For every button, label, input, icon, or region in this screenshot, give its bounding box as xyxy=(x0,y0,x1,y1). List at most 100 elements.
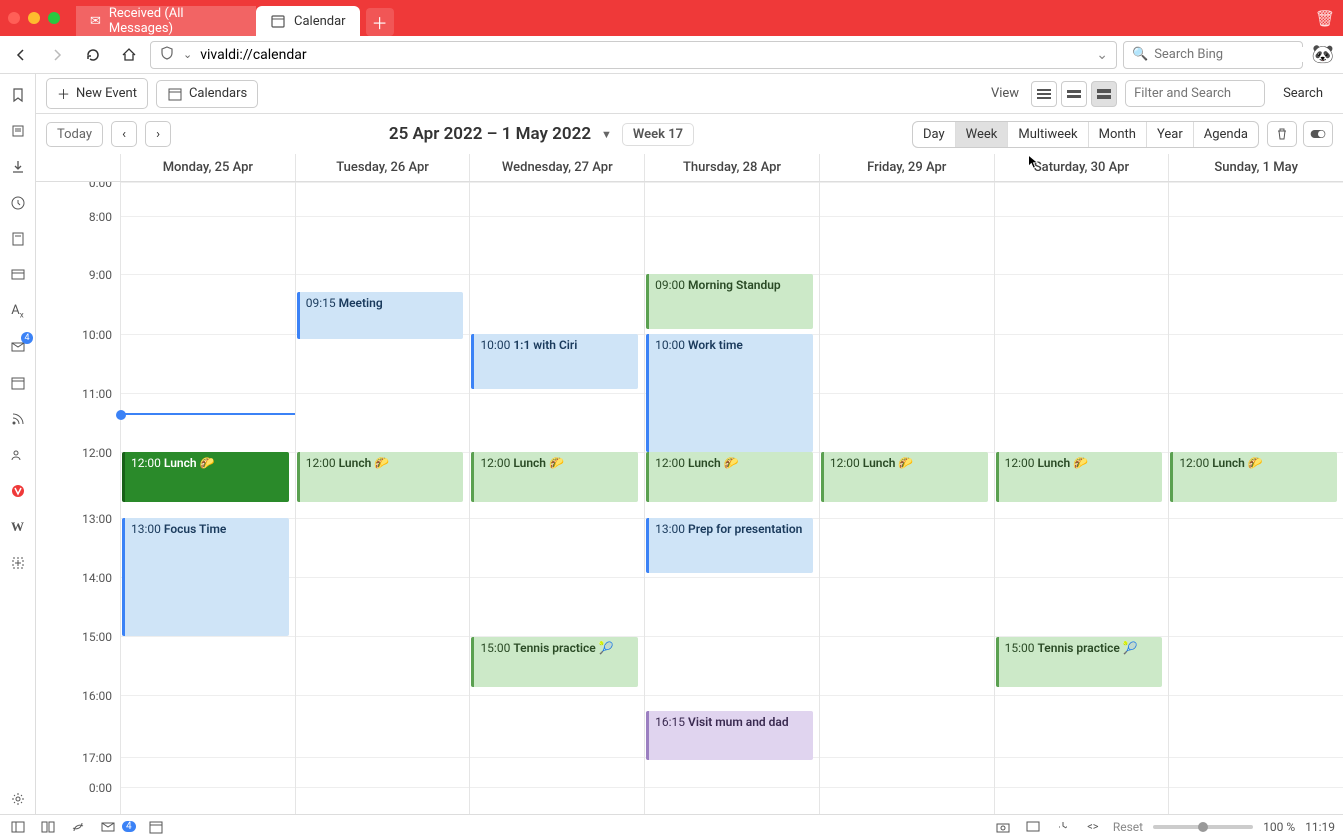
calendar-event[interactable]: 13:00 Focus Time xyxy=(122,518,289,636)
calendar-panel-icon[interactable] xyxy=(3,368,33,398)
wikipedia-panel-icon[interactable]: W xyxy=(3,512,33,542)
view-year[interactable]: Year xyxy=(1147,122,1194,147)
chevron-down-icon[interactable]: ⌄ xyxy=(183,48,192,61)
home-button[interactable] xyxy=(114,40,144,70)
calendar-event[interactable]: 16:15 Visit mum and dad xyxy=(646,711,813,760)
calendar-event[interactable]: 09:00 Morning Standup xyxy=(646,274,813,329)
view-week[interactable]: Week xyxy=(956,122,1009,147)
window-panel-icon[interactable] xyxy=(3,260,33,290)
url-input[interactable] xyxy=(200,47,1088,63)
mail-panel-icon[interactable]: 4 xyxy=(3,332,33,362)
day-column[interactable]: 09:00 Morning Standup10:00 Work time12:0… xyxy=(644,182,819,814)
translate-panel-icon[interactable]: Ax xyxy=(3,296,33,326)
clock[interactable]: 11:19 xyxy=(1305,820,1335,834)
day-header[interactable]: Tuesday, 26 Apr xyxy=(295,154,470,181)
break-mode-icon[interactable] xyxy=(1023,817,1043,837)
calendar-event[interactable]: 12:00 Lunch 🌮 xyxy=(471,452,638,502)
panel-toggle-icon[interactable] xyxy=(8,817,28,837)
url-field[interactable]: ⌄ ⌄ xyxy=(150,41,1117,69)
today-button[interactable]: Today xyxy=(46,122,103,147)
new-tab-button[interactable]: ＋ xyxy=(366,8,394,36)
event-title: Work time xyxy=(688,338,743,352)
calendar-event[interactable]: 12:00 Lunch 🌮 xyxy=(1170,452,1337,502)
toggle-tasks-button[interactable] xyxy=(1303,121,1333,147)
new-event-button[interactable]: ＋New Event xyxy=(46,78,148,109)
toggle-images-icon[interactable]: <> xyxy=(1083,817,1103,837)
calendar-event[interactable]: 15:00 Tennis practice 🎾 xyxy=(996,637,1163,687)
calendar-event[interactable]: 12:00 Lunch 🌮 xyxy=(996,452,1163,502)
search-field[interactable]: 🔍 ⌄ xyxy=(1123,41,1303,69)
calendar-status-icon[interactable] xyxy=(146,817,166,837)
feeds-panel-icon[interactable] xyxy=(3,404,33,434)
minimize-window[interactable] xyxy=(28,12,40,24)
reload-button[interactable] xyxy=(78,40,108,70)
view-multiweek[interactable]: Multiweek xyxy=(1008,122,1088,147)
density-switcher xyxy=(1031,81,1117,107)
view-day[interactable]: Day xyxy=(913,122,956,147)
calendar-event[interactable]: 13:00 Prep for presentation xyxy=(646,518,813,573)
reset-zoom-button[interactable]: Reset xyxy=(1113,820,1143,834)
day-header[interactable]: Sunday, 1 May xyxy=(1168,154,1343,181)
search-input[interactable] xyxy=(1154,47,1320,62)
bookmarks-panel-icon[interactable] xyxy=(3,80,33,110)
prev-week-button[interactable]: ‹ xyxy=(111,121,137,147)
maximize-window[interactable] xyxy=(48,12,60,24)
capture-icon[interactable] xyxy=(993,817,1013,837)
day-header[interactable]: Monday, 25 Apr xyxy=(120,154,295,181)
vivaldi-panel-icon[interactable] xyxy=(3,476,33,506)
trash-icon[interactable]: 🗑 xyxy=(1315,9,1335,28)
day-column[interactable]: 09:15 Meeting 12:00 Lunch 🌮 xyxy=(295,182,470,814)
reading-list-panel-icon[interactable] xyxy=(3,116,33,146)
tab-calendar[interactable]: Calendar xyxy=(256,6,360,36)
time-label: 9:00 xyxy=(89,268,112,282)
day-header[interactable]: Thursday, 28 Apr xyxy=(644,154,819,181)
forward-button[interactable] xyxy=(42,40,72,70)
mail-status-icon[interactable] xyxy=(98,817,118,837)
event-title: Morning Standup xyxy=(688,278,781,292)
history-panel-icon[interactable] xyxy=(3,188,33,218)
day-column[interactable]: 12:00 Lunch 🌮 15:00 Tennis practice 🎾 xyxy=(994,182,1169,814)
calendars-button[interactable]: Calendars xyxy=(156,80,258,108)
tiling-icon[interactable] xyxy=(38,817,58,837)
profile-avatar[interactable]: 🐼 xyxy=(1309,41,1337,69)
add-panel-icon[interactable] xyxy=(3,548,33,578)
calendar-event[interactable]: 10:00 1:1 with Ciri xyxy=(471,334,638,389)
sync-icon[interactable] xyxy=(68,817,88,837)
back-button[interactable] xyxy=(6,40,36,70)
calendar-event[interactable]: 12:00 Lunch 🌮 xyxy=(821,452,988,502)
calendar-event[interactable]: 10:00 Work time xyxy=(646,334,813,452)
page-actions-icon[interactable] xyxy=(1053,817,1073,837)
tab-mail[interactable]: ✉ Received (All Messages) xyxy=(76,6,256,36)
day-column[interactable]: 12:00 Lunch 🌮 xyxy=(819,182,994,814)
calendar-event[interactable]: 12:00 Lunch 🌮 xyxy=(297,452,464,502)
day-column[interactable]: 12:00 Lunch 🌮 xyxy=(1168,182,1343,814)
view-agenda[interactable]: Agenda xyxy=(1194,122,1258,147)
downloads-panel-icon[interactable] xyxy=(3,152,33,182)
calendar-event[interactable]: 15:00 Tennis practice 🎾 xyxy=(471,637,638,687)
notes-panel-icon[interactable] xyxy=(3,224,33,254)
view-month[interactable]: Month xyxy=(1089,122,1147,147)
delete-event-button[interactable] xyxy=(1267,121,1297,147)
day-column[interactable]: 10:00 1:1 with Ciri 12:00 Lunch 🌮 15:00 Te… xyxy=(469,182,644,814)
event-title: Lunch 🌮 xyxy=(1037,456,1088,470)
day-header[interactable]: Friday, 29 Apr xyxy=(819,154,994,181)
day-header[interactable]: Saturday, 30 Apr xyxy=(994,154,1169,181)
search-button[interactable]: Search xyxy=(1273,81,1333,106)
calendar-event[interactable]: 09:15 Meeting xyxy=(297,292,464,339)
density-compact[interactable] xyxy=(1031,81,1057,107)
next-week-button[interactable]: › xyxy=(145,121,171,147)
density-full[interactable] xyxy=(1091,81,1117,107)
zoom-slider[interactable] xyxy=(1153,825,1253,829)
calendar-event[interactable]: 12:00 Lunch 🌮 xyxy=(646,452,813,502)
day-header[interactable]: Wednesday, 27 Apr xyxy=(469,154,644,181)
url-dropdown-icon[interactable]: ⌄ xyxy=(1096,47,1108,63)
filter-input[interactable] xyxy=(1125,80,1265,107)
date-range[interactable]: 25 Apr 2022 – 1 May 2022 ▼ Week 17 xyxy=(179,123,904,146)
settings-icon[interactable] xyxy=(3,784,33,814)
calendar-event[interactable]: 12:00 Lunch 🌮 xyxy=(122,452,289,502)
close-window[interactable] xyxy=(8,12,20,24)
contacts-panel-icon[interactable] xyxy=(3,440,33,470)
density-medium[interactable] xyxy=(1061,81,1087,107)
calendar-grid[interactable]: 0:008:009:0010:0011:0012:0013:0014:0015:… xyxy=(36,182,1343,814)
day-column[interactable]: 12:00 Lunch 🌮 13:00 Focus Time xyxy=(120,182,295,814)
